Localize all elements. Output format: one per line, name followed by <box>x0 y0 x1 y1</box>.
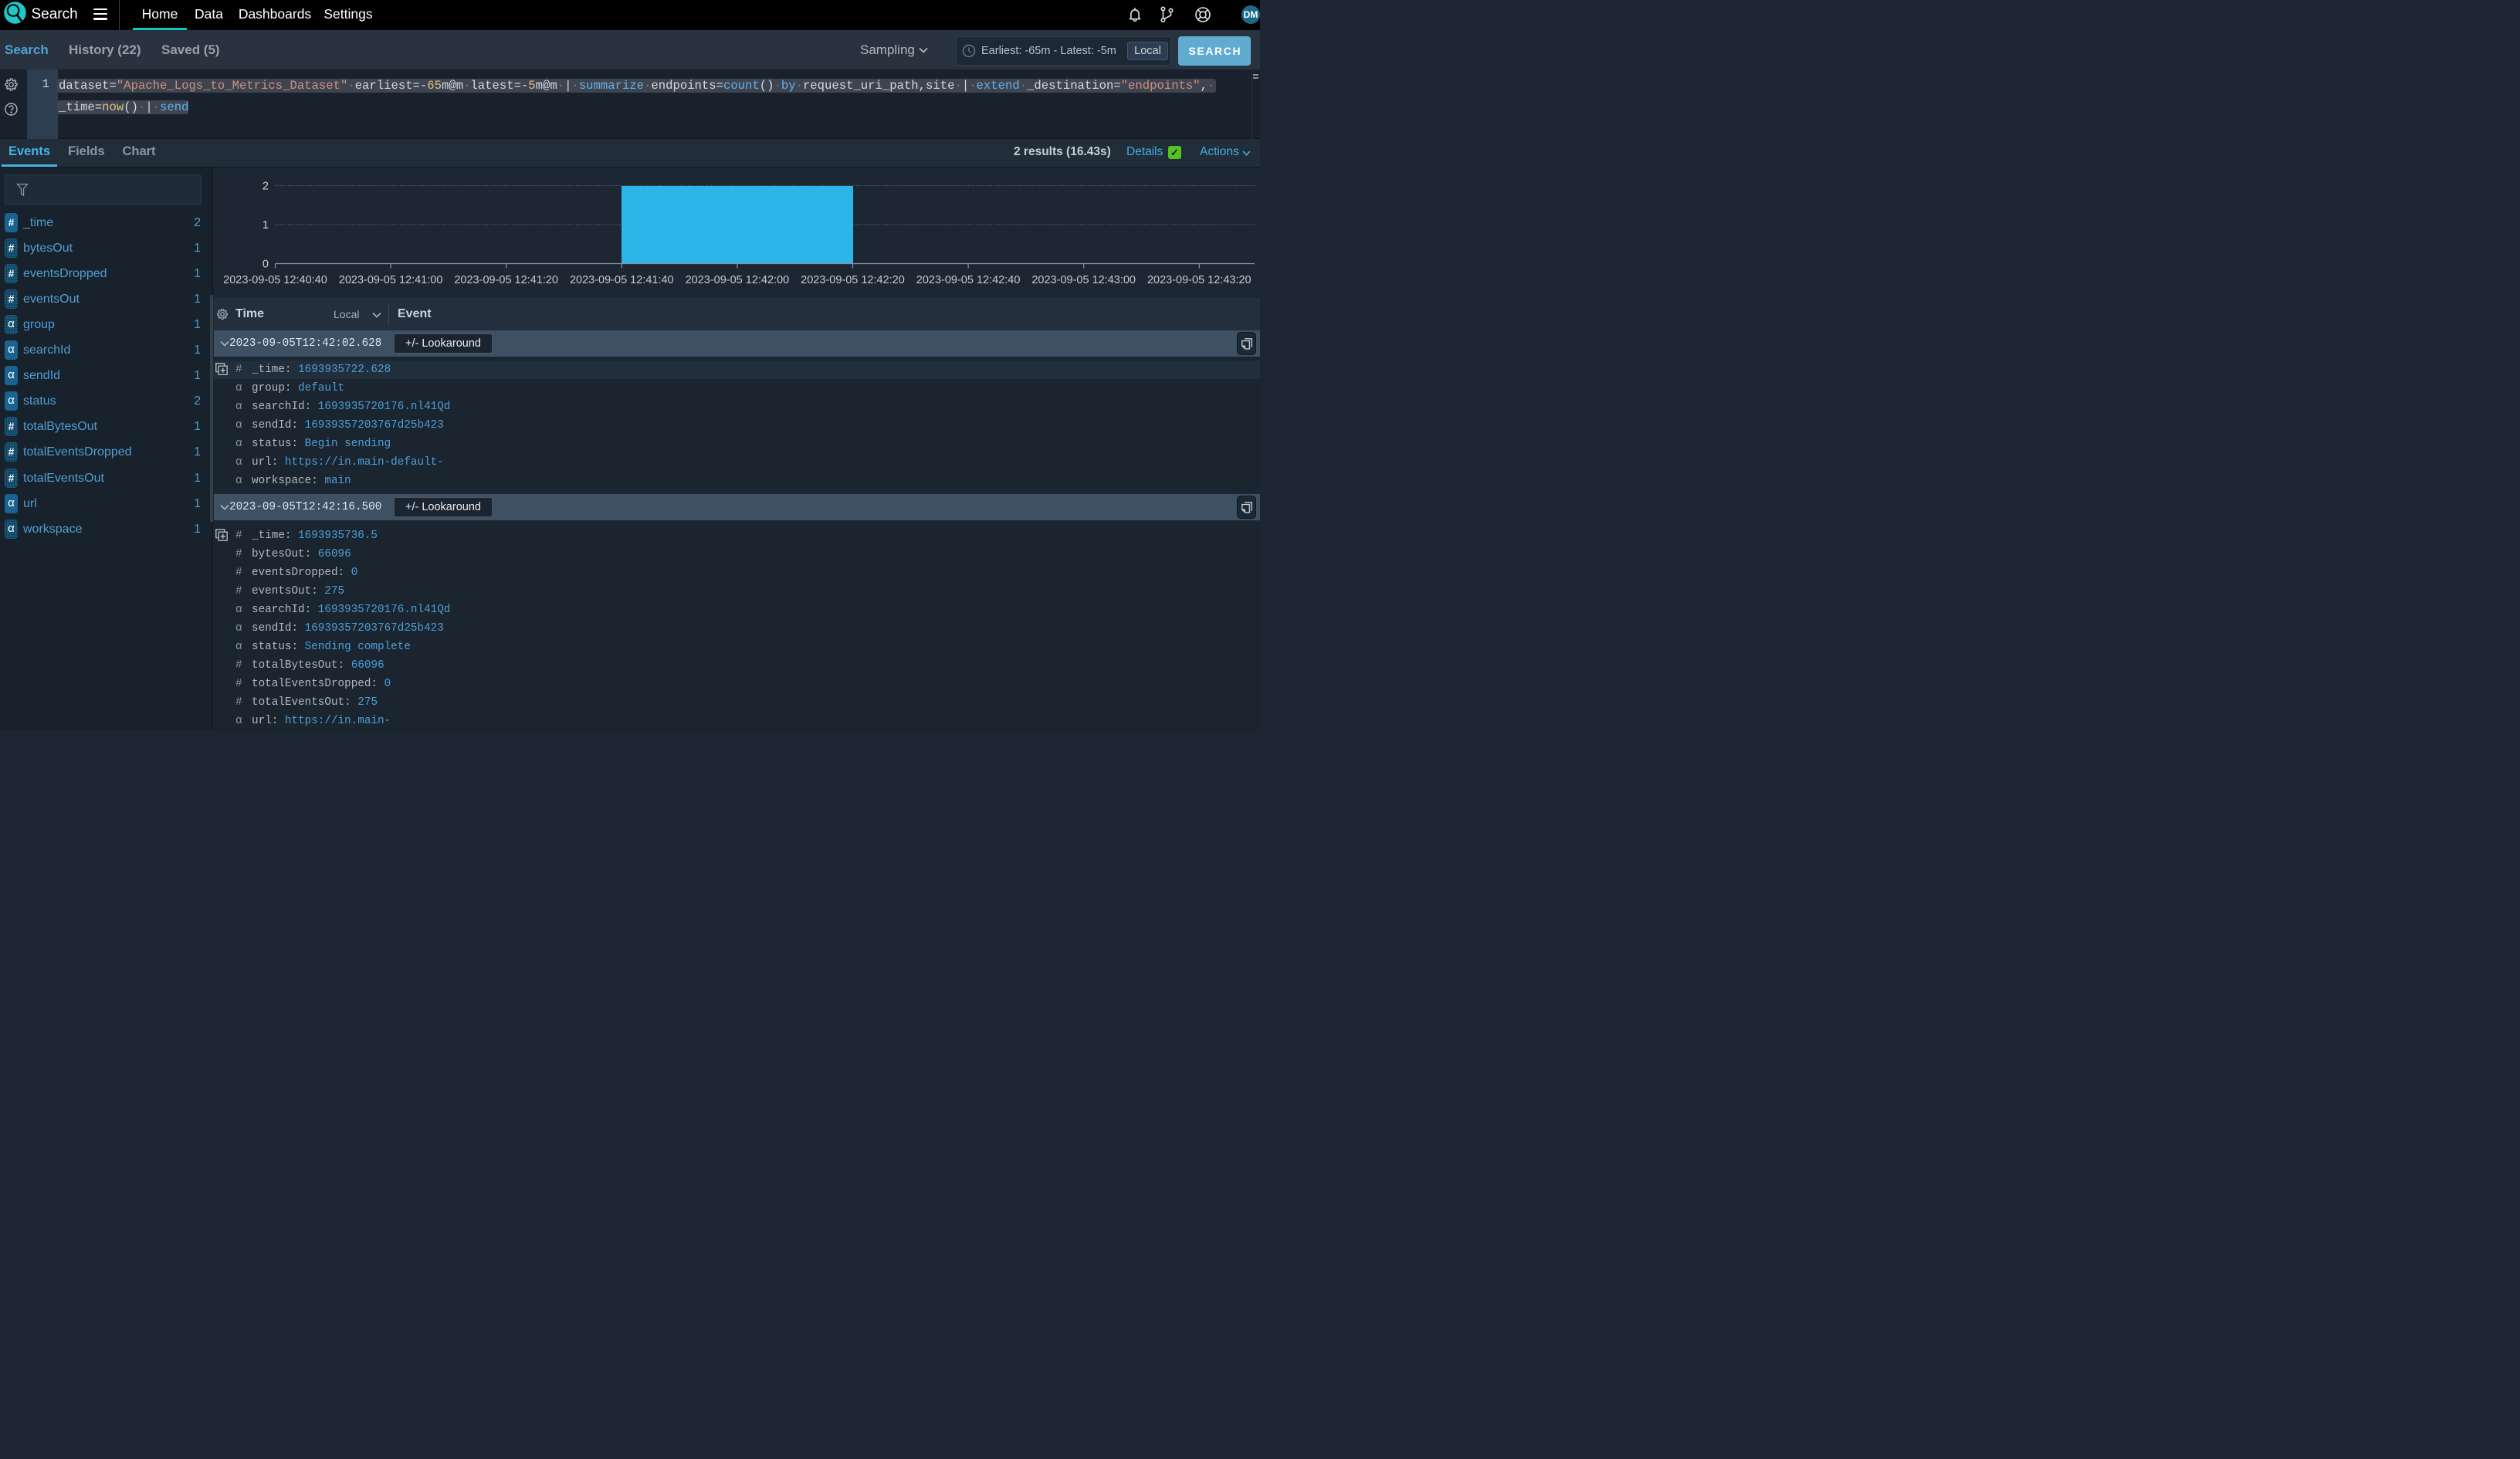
svg-text:2: 2 <box>262 181 269 193</box>
svg-text:2023-09-05 12:41:40: 2023-09-05 12:41:40 <box>570 274 674 286</box>
svg-text:2023-09-05 12:43:00: 2023-09-05 12:43:00 <box>1031 274 1136 286</box>
svg-text:2023-09-05 12:40:40: 2023-09-05 12:40:40 <box>223 274 327 286</box>
svg-text:2023-09-05 12:41:00: 2023-09-05 12:41:00 <box>339 274 443 286</box>
svg-text:2023-09-05 12:42:00: 2023-09-05 12:42:00 <box>686 274 790 286</box>
svg-text:0: 0 <box>262 259 269 271</box>
svg-text:2023-09-05 12:42:40: 2023-09-05 12:42:40 <box>916 274 1021 286</box>
svg-text:2023-09-05 12:41:20: 2023-09-05 12:41:20 <box>454 274 558 286</box>
svg-text:2023-09-05 12:42:20: 2023-09-05 12:42:20 <box>801 274 905 286</box>
svg-text:1: 1 <box>262 219 269 232</box>
svg-text:2023-09-05 12:43:20: 2023-09-05 12:43:20 <box>1147 274 1252 286</box>
